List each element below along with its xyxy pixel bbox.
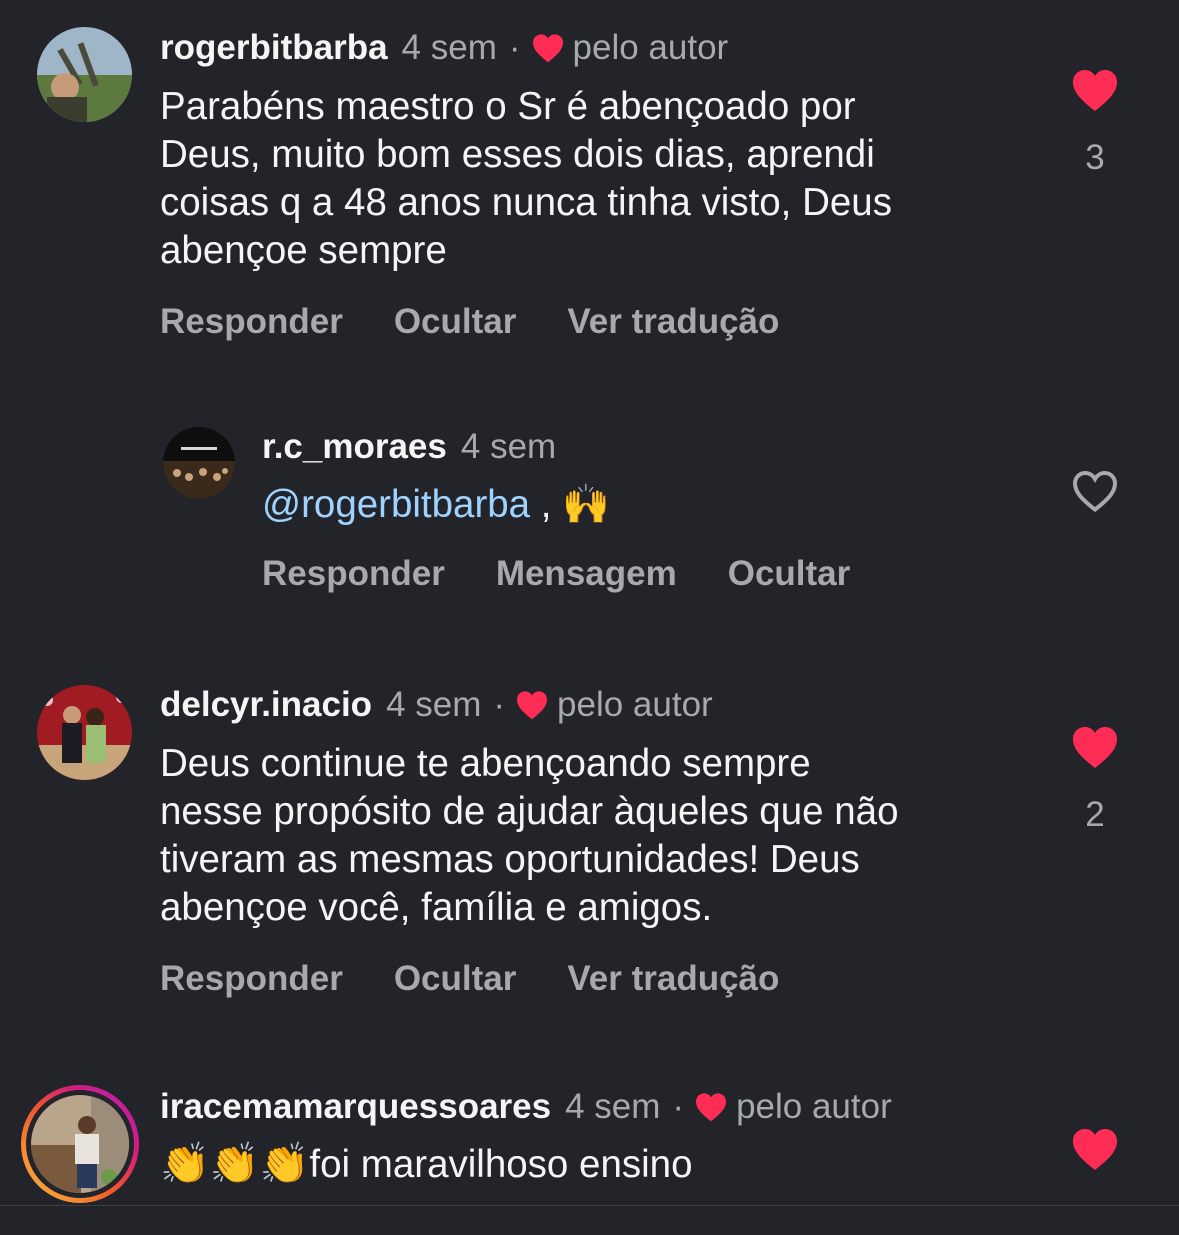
separator: · (672, 1087, 685, 1126)
username[interactable]: delcyr.inacio (160, 684, 372, 726)
comment-text: Deus continue te abençoando sempre nesse… (160, 742, 899, 929)
reply-text: , 🙌 (530, 483, 611, 526)
mention-link[interactable]: @rogerbitbarba (262, 483, 530, 526)
comment-text-content: foi maravilhoso ensino (309, 1143, 693, 1186)
like-control: 3 (1070, 68, 1120, 178)
liked-by-author-badge: pelo autor (694, 1086, 892, 1128)
comment-text: @rogerbitbarba , 🙌 (262, 481, 610, 529)
hide-button[interactable]: Ocultar (394, 959, 517, 999)
timestamp: 4 sem (401, 28, 497, 67)
heart-icon (517, 691, 548, 720)
heart-icon[interactable] (1071, 725, 1119, 769)
heart-outline-icon[interactable] (1071, 469, 1119, 513)
timestamp: 4 sem (565, 1087, 661, 1126)
clap-emoji: 👏👏👏 (160, 1142, 310, 1186)
liked-by-author-badge: pelo autor (515, 684, 713, 726)
timestamp: 4 sem (460, 427, 557, 466)
username[interactable]: rogerbitbarba (160, 27, 388, 69)
separator: · (508, 28, 521, 67)
like-count[interactable]: 3 (1085, 138, 1104, 178)
message-button[interactable]: Mensagem (496, 554, 677, 594)
heart-icon[interactable] (1071, 68, 1119, 112)
by-author-label: pelo autor (572, 28, 729, 67)
avatar (31, 1095, 129, 1193)
heart-icon (532, 34, 563, 63)
story-ring-avatar[interactable] (21, 1085, 139, 1203)
translate-button[interactable]: Ver tradução (567, 959, 779, 999)
timestamp: 4 sem (386, 685, 482, 724)
hide-button[interactable]: Ocultar (728, 554, 851, 594)
like-control (1070, 469, 1120, 513)
by-author-label: pelo autor (736, 1087, 892, 1126)
by-author-label: pelo autor (557, 685, 713, 724)
like-control (1070, 1127, 1120, 1171)
like-control: 2 (1070, 725, 1120, 835)
hide-button[interactable]: Ocultar (394, 302, 517, 342)
comment-text: 👏👏👏foi maravilhoso ensino (160, 1140, 693, 1189)
like-count[interactable]: 2 (1085, 795, 1104, 835)
comment-actions: Responder Mensagem Ocultar (262, 554, 901, 594)
heart-icon (696, 1093, 727, 1122)
avatar[interactable] (37, 685, 132, 780)
divider (0, 1205, 1179, 1206)
translate-button[interactable]: Ver tradução (567, 302, 779, 342)
comment-actions: Responder Ocultar Ver tradução (160, 959, 830, 999)
username[interactable]: iracemamarquessoares (160, 1086, 551, 1128)
avatar[interactable] (163, 427, 235, 499)
comment-actions: Responder Ocultar Ver tradução (160, 302, 830, 342)
heart-icon[interactable] (1071, 1127, 1119, 1171)
reply-button[interactable]: Responder (160, 302, 343, 342)
separator: · (493, 685, 506, 724)
liked-by-author-badge: pelo autor (531, 27, 729, 69)
avatar[interactable] (37, 27, 132, 122)
reply-button[interactable]: Responder (160, 959, 343, 999)
reply-button[interactable]: Responder (262, 554, 445, 594)
username[interactable]: r.c_moraes (262, 426, 447, 468)
comment-text: Parabéns maestro o Sr é abençoado por De… (160, 85, 892, 272)
